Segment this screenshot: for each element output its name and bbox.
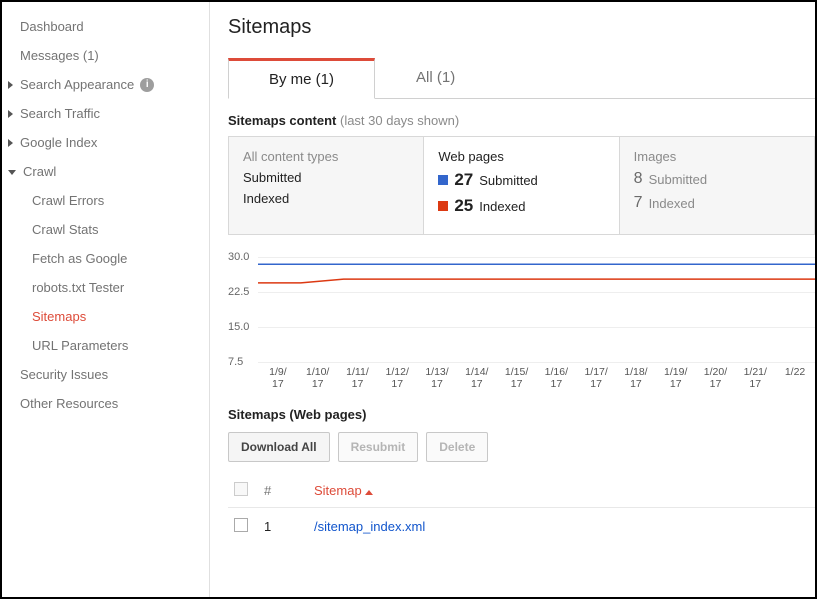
ytick: 22.5 <box>228 286 256 298</box>
nav-url-parameters[interactable]: URL Parameters <box>2 331 209 360</box>
tab-by-me[interactable]: By me (1) <box>228 58 375 99</box>
card-web-pages[interactable]: Web pages 27 Submitted 25 Indexed <box>424 137 619 234</box>
content-cards: All content types Submitted Indexed Web … <box>228 136 815 235</box>
xtick: 1/21/17 <box>735 367 775 393</box>
legend-blue-icon <box>438 175 448 185</box>
nav-other-resources[interactable]: Other Resources <box>2 389 209 418</box>
xtick: 1/11/17 <box>338 367 378 393</box>
delete-button[interactable]: Delete <box>426 432 488 462</box>
ytick: 7.5 <box>228 356 256 368</box>
xtick: 1/20/17 <box>696 367 736 393</box>
xtick: 1/12/17 <box>377 367 417 393</box>
resubmit-button[interactable]: Resubmit <box>338 432 419 462</box>
xtick: 1/17/17 <box>576 367 616 393</box>
xtick: 1/16/17 <box>536 367 576 393</box>
caret-right-icon <box>8 81 13 89</box>
xticks: 1/9/171/10/171/11/171/12/171/13/171/14/1… <box>258 367 815 393</box>
sort-asc-icon <box>365 490 373 495</box>
xtick: 1/10/17 <box>298 367 338 393</box>
xtick: 1/22 <box>775 367 815 393</box>
card-all-types[interactable]: All content types Submitted Indexed <box>229 137 424 234</box>
main-content: Sitemaps By me (1) All (1) Sitemaps cont… <box>210 2 815 597</box>
xtick: 1/18/17 <box>616 367 656 393</box>
xtick: 1/19/17 <box>656 367 696 393</box>
sitemaps-content-label: Sitemaps content (last 30 days shown) <box>228 113 815 128</box>
nav-search-appearance[interactable]: Search Appearance i <box>2 70 209 99</box>
info-icon: i <box>140 78 154 92</box>
card-images[interactable]: Images 8 Submitted 7 Indexed <box>620 137 814 234</box>
page-title: Sitemaps <box>228 16 815 39</box>
nav-crawl[interactable]: Crawl <box>2 157 209 186</box>
nav-security-issues[interactable]: Security Issues <box>2 360 209 389</box>
nav-messages[interactable]: Messages (1) <box>2 41 209 70</box>
select-all-checkbox[interactable] <box>234 482 248 496</box>
tab-all[interactable]: All (1) <box>375 58 496 99</box>
xtick: 1/9/17 <box>258 367 298 393</box>
xtick: 1/14/17 <box>457 367 497 393</box>
ytick: 15.0 <box>228 321 256 333</box>
row-checkbox[interactable] <box>234 518 248 532</box>
xtick: 1/13/17 <box>417 367 457 393</box>
col-sitemap[interactable]: Sitemap <box>308 474 815 508</box>
caret-down-icon <box>8 170 16 175</box>
nav-search-traffic[interactable]: Search Traffic <box>2 99 209 128</box>
sitemap-link[interactable]: /sitemap_index.xml <box>314 519 425 534</box>
plot-area <box>258 253 815 365</box>
legend-red-icon <box>438 201 448 211</box>
nav-sitemaps[interactable]: Sitemaps <box>2 302 209 331</box>
nav-robots-tester[interactable]: robots.txt Tester <box>2 273 209 302</box>
xtick: 1/15/17 <box>497 367 537 393</box>
sitemaps-table: # Sitemap 1 /sitemap_index.xml <box>228 474 815 545</box>
ytick: 30.0 <box>228 251 256 263</box>
nav-google-index[interactable]: Google Index <box>2 128 209 157</box>
action-buttons: Download All Resubmit Delete <box>228 432 815 462</box>
col-number[interactable]: # <box>258 474 308 508</box>
sidebar: Dashboard Messages (1) Search Appearance… <box>2 2 210 597</box>
caret-right-icon <box>8 139 13 147</box>
tabs: By me (1) All (1) <box>228 57 815 99</box>
table-row: 1 /sitemap_index.xml <box>228 508 815 546</box>
chart: 30.0 22.5 15.0 7.5 1/9/171/10/171/11/171… <box>228 253 815 393</box>
nav-crawl-errors[interactable]: Crawl Errors <box>2 186 209 215</box>
sitemaps-table-title: Sitemaps (Web pages) <box>228 407 815 422</box>
download-all-button[interactable]: Download All <box>228 432 330 462</box>
nav-crawl-stats[interactable]: Crawl Stats <box>2 215 209 244</box>
caret-right-icon <box>8 110 13 118</box>
nav-dashboard[interactable]: Dashboard <box>2 12 209 41</box>
nav-fetch-as-google[interactable]: Fetch as Google <box>2 244 209 273</box>
